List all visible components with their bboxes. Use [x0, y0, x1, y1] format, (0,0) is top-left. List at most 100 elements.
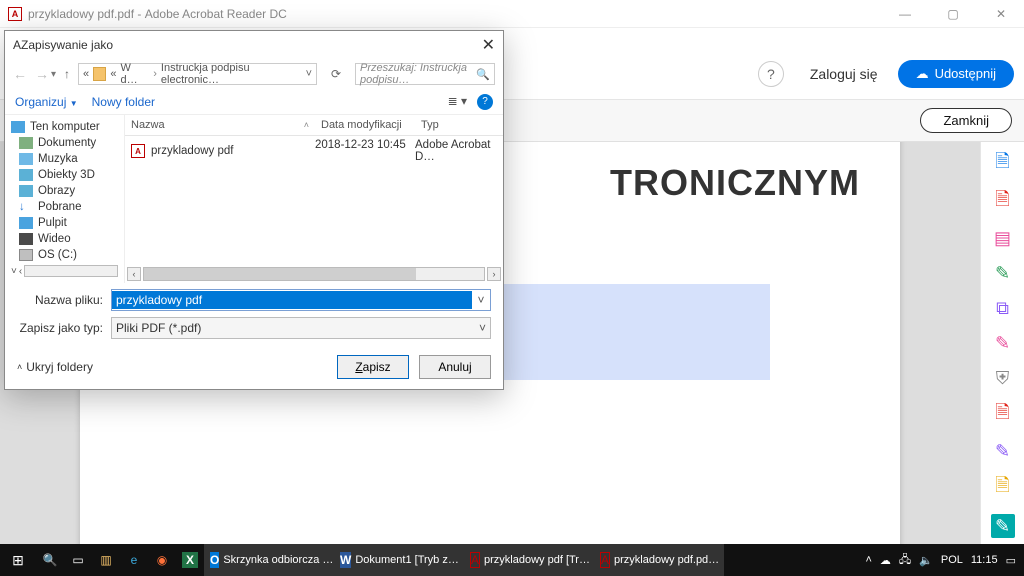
tree-music[interactable]: Muzyka	[38, 153, 78, 165]
taskbar-app-reader2[interactable]: Aprzykladowy pdf.pd…	[594, 544, 724, 576]
folder-search-input[interactable]: Przeszukaj: Instruckja podpisu… 🔍	[355, 63, 495, 85]
create-pdf-icon[interactable]: 🗎	[991, 190, 1015, 214]
tray-language[interactable]: POL	[941, 554, 963, 566]
login-link[interactable]: Zaloguj się	[810, 66, 878, 82]
search-icon[interactable]: 🔍	[476, 68, 490, 81]
view-mode-button[interactable]: ≣ ▾	[448, 94, 467, 110]
taskbar-app-outlook[interactable]: OSkrzynka odbiorcza …	[204, 544, 334, 576]
breadcrumb-root[interactable]: W d…	[121, 62, 150, 86]
window-minimize-button[interactable]: —	[890, 7, 920, 21]
search-taskbar-icon[interactable]: 🔍	[36, 544, 64, 576]
list-scroll-left[interactable]: ‹	[127, 267, 141, 281]
share-button-label: Udostępnij	[935, 66, 996, 81]
pdf-file-icon: A	[131, 144, 145, 158]
folder-tree[interactable]: Ten komputer Dokumenty Muzyka Obiekty 3D…	[5, 115, 125, 283]
file-name-input[interactable]	[112, 291, 472, 309]
tray-clock[interactable]: 11:15	[971, 555, 998, 566]
protect-icon[interactable]: ⛨	[991, 368, 1015, 389]
refresh-button[interactable]: ⟳	[325, 67, 347, 81]
taskbar-app-reader1[interactable]: Aprzykladowy pdf [Tr…	[464, 544, 594, 576]
folder-icon	[93, 67, 106, 81]
file-type-cell: Adobe Acrobat D…	[415, 139, 503, 163]
organize-label: Organizuj	[15, 95, 66, 109]
compress-pdf-icon[interactable]: 🗎	[991, 403, 1015, 427]
address-breadcrumb[interactable]: « « W d… › Instruckja podpisu electronic…	[78, 63, 317, 85]
firefox-icon[interactable]: ◉	[148, 544, 176, 576]
window-close-button[interactable]: ✕	[986, 7, 1016, 21]
cancel-button[interactable]: Anuluj	[419, 355, 491, 379]
window-titlebar: A przykladowy pdf.pdf - Adobe Acrobat Re…	[0, 0, 1024, 28]
edit-pdf-icon[interactable]: ▤	[991, 228, 1015, 249]
tree-documents[interactable]: Dokumenty	[38, 137, 96, 149]
start-button[interactable]: ⊞	[0, 552, 36, 569]
col-date-header[interactable]: Data modyfikacji	[315, 115, 415, 135]
task-view-icon[interactable]: ▭	[64, 544, 92, 576]
breadcrumb-dropdown-icon[interactable]: ˅	[306, 68, 312, 80]
col-name-header[interactable]: Nazwa	[131, 119, 165, 131]
hide-folders-label: Ukryj foldery	[26, 360, 93, 374]
col-type-header[interactable]: Typ	[415, 115, 503, 135]
cloud-upload-icon: ☁	[916, 66, 929, 82]
nav-history-dropdown[interactable]: ▾	[51, 69, 56, 80]
certificates-icon[interactable]: ✎	[991, 514, 1015, 538]
pdf-app-icon: A	[8, 7, 22, 21]
tree-expand-dropdown[interactable]: ˅	[11, 266, 17, 277]
nav-up-button[interactable]: ↑	[64, 67, 70, 81]
tree-desktop[interactable]: Pulpit	[38, 217, 67, 229]
tray-onedrive-icon[interactable]: ☁	[880, 554, 891, 567]
help-icon[interactable]: ?	[758, 61, 784, 87]
right-tool-rail: 🗎 🗎 ▤ ✎ ⧉ ✎ ⛨ 🗎 ✎ 🗎 ✎ ⚙	[980, 142, 1024, 544]
dialog-title: Zapisywanie jako	[21, 38, 113, 52]
breadcrumb-folder[interactable]: Instruckja podpisu electronic…	[161, 62, 302, 86]
tree-this-pc[interactable]: Ten komputer	[30, 121, 100, 133]
tree-hscroll-track[interactable]	[24, 265, 118, 277]
list-hscroll-thumb[interactable]	[144, 268, 416, 280]
nav-back-button[interactable]: ←	[13, 66, 27, 82]
search-placeholder: Przeszukaj: Instruckja podpisu…	[360, 62, 476, 86]
file-row[interactable]: Aprzykladowy pdf 2018-12-23 10:45 Adobe …	[125, 136, 503, 166]
list-hscroll-track[interactable]	[143, 267, 485, 281]
file-name-dropdown-icon[interactable]: ˅	[472, 293, 490, 307]
file-type-dropdown-icon[interactable]: ˅	[479, 321, 486, 335]
app-name: Adobe Acrobat Reader DC	[145, 7, 287, 21]
tray-chevron-icon[interactable]: ˄	[865, 554, 871, 566]
combine-files-icon[interactable]: ⧉	[991, 298, 1015, 319]
tree-videos[interactable]: Wideo	[38, 233, 71, 245]
export-pdf-icon[interactable]: 🗎	[991, 152, 1015, 176]
sort-indicator-icon[interactable]: ˄	[304, 120, 309, 130]
windows-taskbar[interactable]: ⊞ 🔍 ▭ ▥ e ◉ X OSkrzynka odbiorcza … WDok…	[0, 544, 1024, 576]
organize-menu[interactable]: Organizuj ▼	[15, 95, 78, 109]
excel-icon[interactable]: X	[176, 544, 204, 576]
dialog-close-button[interactable]: ✕	[482, 35, 495, 55]
tree-downloads[interactable]: Pobrane	[38, 201, 81, 213]
explorer-icon[interactable]: ▥	[92, 544, 120, 576]
tree-pictures[interactable]: Obrazy	[38, 185, 75, 197]
list-scroll-right[interactable]: ›	[487, 267, 501, 281]
comment-tool-icon[interactable]: ✎	[991, 263, 1015, 284]
window-maximize-button[interactable]: ▢	[938, 7, 968, 21]
save-as-dialog: A Zapisywanie jako ✕ ← → ▾ ↑ « « W d… › …	[4, 30, 504, 390]
tray-speaker-icon[interactable]: 🔈	[919, 554, 933, 567]
organize-pages-icon[interactable]: ✎	[991, 333, 1015, 354]
tree-scroll-left[interactable]: ‹	[19, 266, 22, 277]
file-name-label: Nazwa pliku:	[17, 293, 103, 307]
hide-folders-toggle[interactable]: ˄ Ukryj foldery	[17, 360, 93, 374]
file-type-label: Zapisz jako typ:	[17, 321, 103, 335]
dialog-help-icon[interactable]: ?	[477, 94, 493, 110]
file-type-select[interactable]: Pliki PDF (*.pdf) ˅	[111, 317, 491, 339]
close-panel-button[interactable]: Zamknij	[920, 108, 1012, 133]
tree-objects3d[interactable]: Obiekty 3D	[38, 169, 95, 181]
tray-notifications-icon[interactable]: ▭	[1006, 554, 1016, 567]
share-button[interactable]: ☁ Udostępnij	[898, 60, 1014, 88]
nav-forward-button[interactable]: →	[35, 66, 49, 82]
fill-sign-icon[interactable]: ✎	[991, 441, 1015, 462]
tree-drive-c[interactable]: OS (C:)	[38, 249, 77, 261]
tray-network-icon[interactable]: 🖧	[899, 551, 911, 570]
save-button[interactable]: Zapisz	[337, 355, 409, 379]
file-list[interactable]: Nazwa ˄ Data modyfikacji Typ Aprzykladowy…	[125, 115, 503, 283]
edge-icon[interactable]: e	[120, 544, 148, 576]
stamp-icon[interactable]: 🗎	[991, 476, 1015, 500]
taskbar-app-word[interactable]: WDokument1 [Tryb z…	[334, 544, 464, 576]
new-folder-button[interactable]: Nowy folder	[92, 95, 155, 109]
file-name-field[interactable]: ˅	[111, 289, 491, 311]
